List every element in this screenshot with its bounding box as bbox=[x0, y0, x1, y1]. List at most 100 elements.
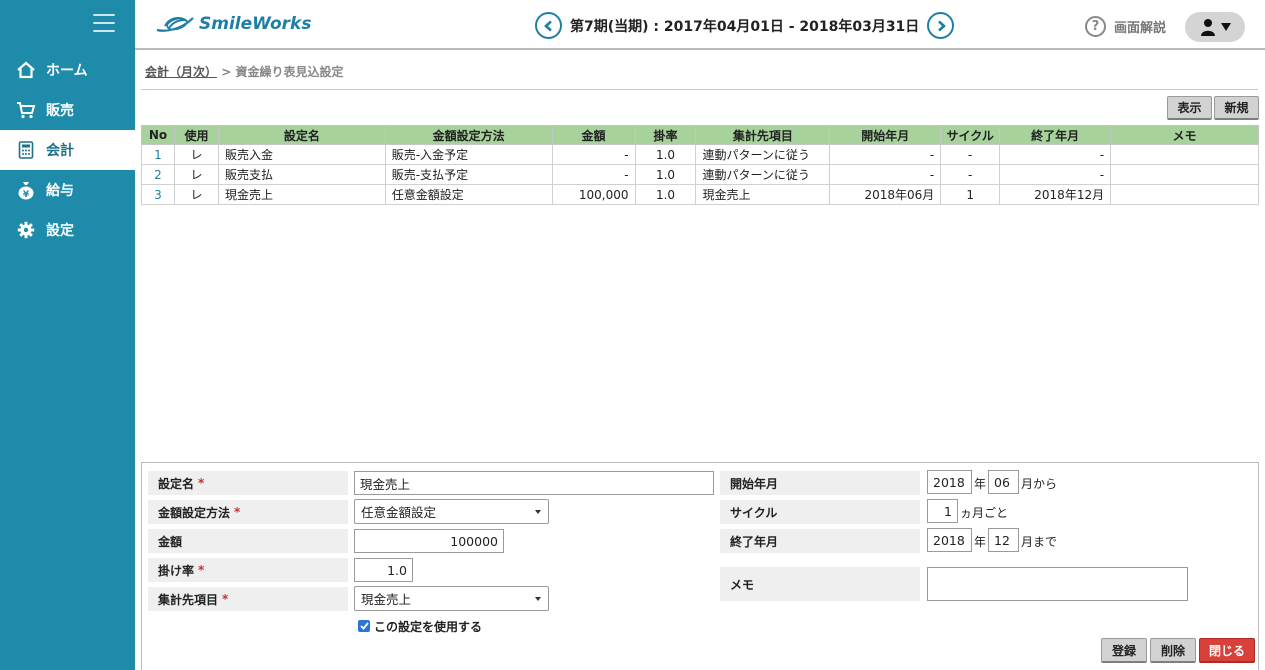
cell-method: 販売-入金予定 bbox=[384, 144, 553, 165]
column-header[interactable]: 掛率 bbox=[634, 125, 697, 145]
method-select-value: 任意金額設定 bbox=[361, 505, 437, 520]
close-button[interactable]: 閉じる bbox=[1199, 638, 1255, 663]
column-header[interactable]: サイクル bbox=[940, 125, 1001, 145]
new-button[interactable]: 新規 bbox=[1214, 96, 1259, 120]
next-period-button[interactable] bbox=[927, 12, 955, 39]
logo-text: SmileWorks bbox=[199, 14, 312, 34]
column-header[interactable]: 設定名 bbox=[217, 125, 386, 145]
caret-down-icon bbox=[535, 596, 541, 601]
amount-input[interactable]: 100000 bbox=[354, 529, 504, 553]
column-header[interactable]: 開始年月 bbox=[829, 125, 942, 145]
prev-period-button[interactable] bbox=[535, 12, 562, 39]
end-label: 終了年月 bbox=[720, 529, 920, 553]
cell-start: - bbox=[829, 144, 942, 165]
logo-swoosh-icon bbox=[156, 17, 194, 32]
cell-name: 販売支払 bbox=[217, 164, 386, 185]
caret-down-icon bbox=[535, 509, 541, 514]
period-selector: 第7期(当期) : 2017年04月01日 - 2018年03月31日 bbox=[535, 12, 955, 39]
target-select-value: 現金売上 bbox=[361, 592, 412, 607]
cell-cycle: - bbox=[940, 164, 1001, 185]
cell-amount: - bbox=[551, 164, 636, 185]
svg-text:¥: ¥ bbox=[23, 190, 30, 200]
table-row[interactable]: 3 レ 現金売上 任意金額設定 100,000 1.0 現金売上 2018年06… bbox=[141, 184, 1259, 205]
help-icon: ? bbox=[1085, 16, 1106, 37]
user-menu-button[interactable] bbox=[1185, 12, 1245, 42]
cell-rate: 1.0 bbox=[634, 164, 697, 185]
end-suffix: 月まで bbox=[1021, 535, 1058, 549]
sidebar-item-label: 給与 bbox=[46, 183, 74, 199]
year-unit: 年 bbox=[974, 477, 987, 491]
sidebar-nav: ホーム 販売 会計 ¥ 給与 設定 bbox=[0, 50, 135, 250]
cell-rate: 1.0 bbox=[634, 144, 697, 165]
help-button[interactable]: ? 画面解説 bbox=[1085, 16, 1166, 37]
cell-end: - bbox=[999, 164, 1112, 185]
table-row[interactable]: 2 レ 販売支払 販売-支払予定 - 1.0 連動パターンに従う - - - bbox=[141, 164, 1259, 185]
cell-end: - bbox=[999, 144, 1112, 165]
table-row[interactable]: 1 レ 販売入金 販売-入金予定 - 1.0 連動パターンに従う - - - bbox=[141, 144, 1259, 165]
sidebar-item-home[interactable]: ホーム bbox=[0, 50, 135, 90]
column-header[interactable]: No bbox=[141, 125, 175, 145]
memo-label: メモ bbox=[720, 567, 920, 601]
cell-use: レ bbox=[173, 184, 219, 205]
menu-icon[interactable] bbox=[93, 14, 115, 32]
method-label: 金額設定方法 * bbox=[148, 500, 348, 524]
cell-start: 2018年06月 bbox=[829, 184, 942, 205]
column-header[interactable]: 金額設定方法 bbox=[384, 125, 553, 145]
method-select[interactable]: 任意金額設定 bbox=[354, 499, 549, 524]
rate-label: 掛け率 * bbox=[148, 558, 348, 582]
row-no-link[interactable]: 1 bbox=[141, 144, 175, 165]
start-year-input[interactable]: 2018 bbox=[927, 470, 972, 494]
column-header[interactable]: 金額 bbox=[551, 125, 636, 145]
sidebar-item-payroll[interactable]: ¥ 給与 bbox=[0, 170, 135, 210]
name-input[interactable]: 現金売上 bbox=[354, 471, 714, 495]
end-year-input[interactable]: 2018 bbox=[927, 528, 972, 552]
cell-amount: - bbox=[551, 144, 636, 165]
show-button[interactable]: 表示 bbox=[1167, 96, 1212, 120]
start-label: 開始年月 bbox=[720, 471, 920, 495]
cell-memo bbox=[1110, 144, 1259, 165]
row-no-link[interactable]: 2 bbox=[141, 164, 175, 185]
start-suffix: 月から bbox=[1021, 477, 1058, 491]
header: SmileWorks 第7期(当期) : 2017年04月01日 - 2018年… bbox=[135, 0, 1265, 50]
edit-form: 設定名 * 現金売上 金額設定方法 * 任意金額設定 金額 100000 掛け率 * … bbox=[141, 462, 1259, 670]
cell-rate: 1.0 bbox=[634, 184, 697, 205]
label-text: 金額設定方法 bbox=[158, 505, 231, 520]
required-mark: * bbox=[234, 505, 241, 519]
cell-use: レ bbox=[173, 144, 219, 165]
required-mark: * bbox=[198, 476, 205, 490]
cell-name: 販売入金 bbox=[217, 144, 386, 165]
breadcrumb: 会計（月次） > 資金繰り表見込設定 bbox=[145, 63, 343, 80]
sidebar-item-sales[interactable]: 販売 bbox=[0, 90, 135, 130]
cell-name: 現金売上 bbox=[217, 184, 386, 205]
home-icon bbox=[14, 60, 38, 80]
cycle-input[interactable]: 1 bbox=[927, 499, 958, 523]
column-header[interactable]: 終了年月 bbox=[999, 125, 1112, 145]
cell-start: - bbox=[829, 164, 942, 185]
target-select[interactable]: 現金売上 bbox=[354, 586, 549, 611]
label-text: 設定名 bbox=[158, 476, 195, 491]
column-header[interactable]: 使用 bbox=[173, 125, 219, 145]
use-checkbox[interactable] bbox=[358, 620, 370, 632]
sidebar-item-label: ホーム bbox=[46, 63, 88, 79]
check-icon bbox=[359, 622, 369, 630]
end-month-input[interactable]: 12 bbox=[988, 528, 1019, 552]
breadcrumb-separator: > bbox=[217, 65, 236, 79]
sidebar-item-settings[interactable]: 設定 bbox=[0, 210, 135, 250]
sidebar-item-accounting[interactable]: 会計 bbox=[0, 130, 135, 170]
start-month-input[interactable]: 06 bbox=[988, 470, 1019, 494]
breadcrumb-current: 資金繰り表見込設定 bbox=[235, 65, 344, 79]
logo[interactable]: SmileWorks bbox=[155, 12, 311, 36]
column-header[interactable]: 集計先項目 bbox=[695, 125, 831, 145]
delete-button[interactable]: 削除 bbox=[1150, 638, 1196, 663]
register-button[interactable]: 登録 bbox=[1101, 638, 1147, 663]
rate-input[interactable]: 1.0 bbox=[354, 558, 413, 582]
memo-textarea[interactable] bbox=[927, 567, 1188, 601]
use-label[interactable]: この設定を使用する bbox=[374, 618, 482, 635]
divider bbox=[141, 89, 1258, 90]
required-mark: * bbox=[222, 592, 229, 606]
row-no-link[interactable]: 3 bbox=[141, 184, 175, 205]
breadcrumb-parent-link[interactable]: 会計（月次） bbox=[145, 65, 217, 79]
column-header[interactable]: メモ bbox=[1110, 125, 1259, 145]
gear-icon bbox=[14, 220, 38, 240]
cycle-label: サイクル bbox=[720, 500, 920, 524]
